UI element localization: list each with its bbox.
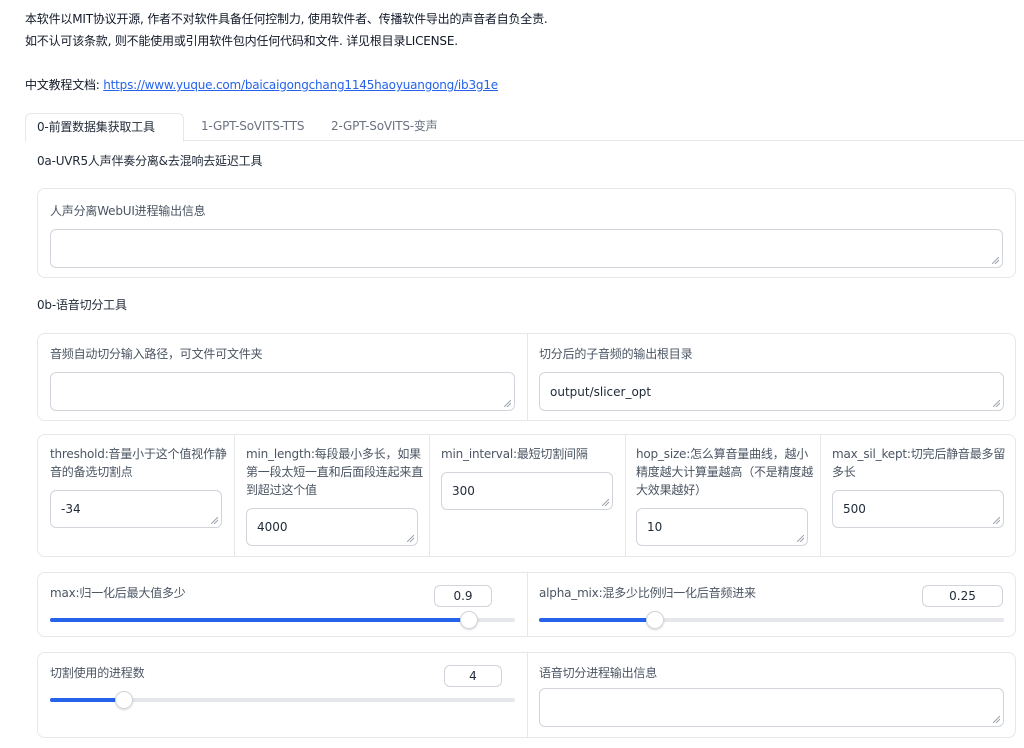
max-slider-handle[interactable] [459, 611, 478, 629]
slicer-path-panel: 音频自动切分输入路径，可文件可文件夹 切分后的子音频的输出根目录 output/… [37, 333, 1016, 421]
resize-grip-icon [211, 517, 218, 524]
input-path-field[interactable] [50, 372, 515, 411]
resize-grip-icon [797, 535, 804, 542]
doc-link[interactable]: https://www.yuque.com/baicaigongchang114… [103, 78, 498, 92]
max-number-input[interactable]: 0.9 [434, 585, 492, 607]
column-divider [429, 435, 430, 556]
max-sil-kept-value: 500 [843, 502, 866, 516]
normalize-sliders-panel: max:归一化后最大值多少 0.9 alpha_mix:混多少比例归一化后音频进… [37, 572, 1016, 637]
column-divider [527, 334, 528, 420]
column-divider [234, 435, 235, 556]
threshold-input[interactable]: -34 [50, 490, 222, 528]
slicer-output-textarea[interactable] [539, 688, 1004, 727]
doc-link-row: 中文教程文档: https://www.yuque.com/baicaigong… [25, 76, 498, 93]
process-count-number-input[interactable]: 4 [444, 665, 502, 687]
max-slider-track[interactable] [50, 611, 515, 629]
max-slider-label: max:归一化后最大值多少 [50, 586, 186, 600]
uvr-output-panel: 人声分离WebUI进程输出信息 [37, 188, 1016, 278]
column-divider [527, 653, 528, 737]
tab-tts[interactable]: 1-GPT-SoVITS-TTS [190, 113, 315, 141]
process-count-label: 切割使用的进程数 [50, 666, 145, 680]
alpha-mix-slider-fill [539, 618, 656, 622]
uvr-output-textarea[interactable] [50, 229, 1003, 268]
uvr-section-title: 0a-UVR5人声伴奏分离&去混响去延迟工具 [37, 154, 263, 168]
process-panel: 切割使用的进程数 4 语音切分进程输出信息 [37, 652, 1016, 738]
max-sil-kept-input[interactable]: 500 [832, 490, 1004, 528]
output-root-field[interactable]: output/slicer_opt [539, 372, 1004, 411]
slicer-params-panel: threshold:音量小于这个值视作静音的备选切割点 -34 min_leng… [37, 434, 1016, 557]
alpha-mix-slider-label: alpha_mix:混多少比例归一化后音频进来 [539, 586, 756, 600]
resize-grip-icon [504, 400, 511, 407]
resize-grip-icon [407, 535, 414, 542]
resize-grip-icon [602, 499, 609, 506]
min-interval-value: 300 [452, 484, 475, 498]
doc-label: 中文教程文档: [25, 78, 104, 92]
license-notice-line2: 如不认可该条款, 则不能使用或引用软件包内任何代码和文件. 详见根目录LICEN… [25, 34, 458, 48]
hop-size-value: 10 [647, 520, 663, 534]
min-length-input[interactable]: 4000 [246, 508, 418, 546]
process-count-slider-fill [50, 698, 125, 702]
min-interval-label: min_interval:最短切割间隔 [441, 447, 588, 461]
slicer-output-label: 语音切分进程输出信息 [539, 666, 658, 680]
input-path-label: 音频自动切分输入路径，可文件可文件夹 [50, 347, 263, 361]
uvr-output-label: 人声分离WebUI进程输出信息 [50, 204, 206, 218]
max-slider-fill [50, 618, 469, 622]
column-divider [625, 435, 626, 556]
process-count-slider-track[interactable] [50, 691, 515, 709]
column-divider [527, 573, 528, 636]
resize-grip-icon [992, 257, 999, 264]
hop-size-input[interactable]: 10 [636, 508, 808, 546]
output-root-value: output/slicer_opt [550, 384, 652, 399]
min-interval-input[interactable]: 300 [441, 472, 613, 510]
process-count-slider-handle[interactable] [115, 691, 134, 709]
output-root-label: 切分后的子音频的输出根目录 [539, 347, 693, 361]
tab-bar: 0-前置数据集获取工具 1-GPT-SoVITS-TTS 2-GPT-SoVIT… [25, 113, 1024, 142]
resize-grip-icon [993, 716, 1000, 723]
hop-size-label: hop_size:怎么算音量曲线，越小精度越大计算量越高（不是精度越大效果越好） [636, 447, 814, 497]
threshold-label: threshold:音量小于这个值视作静音的备选切割点 [50, 447, 227, 479]
resize-grip-icon [993, 400, 1000, 407]
tab-dataset-tools[interactable]: 0-前置数据集获取工具 [25, 113, 184, 142]
license-notice-line1: 本软件以MIT协议开源, 作者不对软件具备任何控制力, 使用软件者、传播软件导出… [25, 12, 548, 26]
column-divider [820, 435, 821, 556]
alpha-mix-slider-handle[interactable] [646, 611, 665, 629]
alpha-mix-number-input[interactable]: 0.25 [922, 585, 1003, 607]
min-length-value: 4000 [257, 520, 288, 534]
resize-grip-icon [993, 517, 1000, 524]
min-length-label: min_length:每段最小多长，如果第一段太短一直和后面段连起来直到超过这个… [246, 447, 424, 497]
alpha-mix-slider-track[interactable] [539, 611, 1004, 629]
max-sil-kept-label: max_sil_kept:切完后静音最多留多长 [832, 447, 1006, 479]
threshold-value: -34 [61, 502, 81, 516]
tab-voice-conversion[interactable]: 2-GPT-SoVITS-变声 [320, 113, 448, 141]
slicer-section-title: 0b-语音切分工具 [37, 298, 127, 312]
